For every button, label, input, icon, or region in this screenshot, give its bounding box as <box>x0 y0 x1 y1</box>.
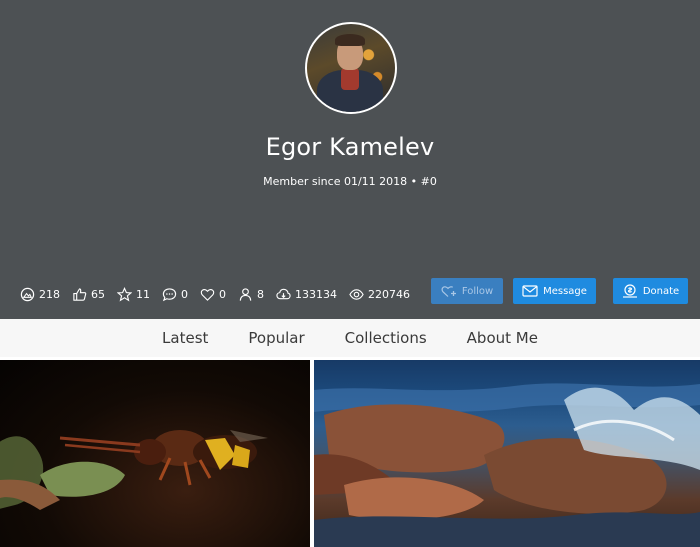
photos-icon <box>20 287 35 301</box>
tab-popular[interactable]: Popular <box>248 329 304 347</box>
stat-value: 220746 <box>368 287 410 301</box>
stat-followers[interactable]: 8 <box>238 287 264 302</box>
message-label: Message <box>543 285 587 297</box>
stat-value: 0 <box>219 287 226 301</box>
donate-icon <box>622 284 637 298</box>
profile-header: Egor Kamelev Member since 01/11 2018 • #… <box>0 0 700 319</box>
donate-label: Donate <box>642 285 680 297</box>
favorites-icon <box>117 286 132 302</box>
avatar[interactable] <box>305 22 397 114</box>
stat-downloads[interactable]: 133134 <box>276 287 337 302</box>
member-since: Member since 01/11 2018 • #0 <box>263 175 437 188</box>
profile-tabs: Latest Popular Collections About Me <box>0 319 700 357</box>
stat-value: 8 <box>257 287 264 301</box>
avatar-scarf-shape <box>341 68 359 90</box>
follow-button[interactable]: Follow <box>431 278 503 304</box>
downloads-icon <box>276 288 291 299</box>
tab-about-me[interactable]: About Me <box>467 329 538 347</box>
likes-icon <box>73 287 87 301</box>
stat-photos[interactable]: 218 <box>20 287 60 302</box>
follow-label: Follow <box>461 285 494 297</box>
stat-favorites[interactable]: 11 <box>117 286 150 302</box>
stat-value: 65 <box>91 287 105 301</box>
wasp-photo-image <box>0 430 268 510</box>
stats-bar: 218 65 11 0 0 8 133134 220746 <box>20 284 422 304</box>
stat-hearts[interactable]: 0 <box>200 287 226 302</box>
tab-latest[interactable]: Latest <box>162 329 208 347</box>
heart-plus-icon <box>441 286 456 297</box>
photo-thumbnail-wasp[interactable] <box>0 360 310 547</box>
donate-button[interactable]: Donate <box>613 278 688 304</box>
stat-likes[interactable]: 65 <box>72 287 105 302</box>
waves-photo-image <box>314 383 700 547</box>
message-button[interactable]: Message <box>513 278 596 304</box>
stat-value: 0 <box>181 287 188 301</box>
stat-value: 133134 <box>295 287 337 301</box>
stat-comments[interactable]: 0 <box>162 287 188 302</box>
hearts-icon <box>200 288 215 301</box>
followers-icon <box>239 287 252 301</box>
avatar-hair-shape <box>335 34 365 46</box>
profile-name: Egor Kamelev <box>265 133 435 161</box>
photo-thumbnail-waves[interactable] <box>314 360 700 547</box>
tab-collections[interactable]: Collections <box>345 329 427 347</box>
stat-value: 11 <box>136 287 150 301</box>
envelope-icon <box>522 285 538 297</box>
stat-value: 218 <box>39 287 60 301</box>
stat-views[interactable]: 220746 <box>349 287 410 302</box>
views-icon <box>349 288 364 300</box>
comments-icon <box>162 287 177 301</box>
